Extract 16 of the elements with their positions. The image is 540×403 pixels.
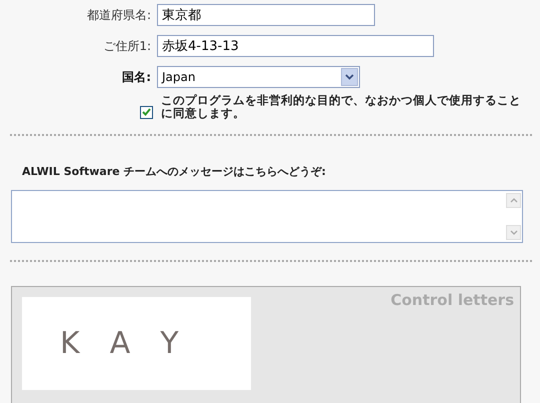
- country-dropdown[interactable]: Japan: [157, 66, 360, 88]
- captcha-letter: Y: [160, 326, 179, 361]
- field-label: 国名:: [121, 68, 152, 86]
- message-field[interactable]: [11, 190, 523, 243]
- captcha-letter: A: [110, 326, 130, 361]
- scroll-up-icon: [506, 193, 521, 208]
- field-label: 都道府県名:: [86, 6, 152, 24]
- field-label: ご住所1:: [102, 38, 152, 54]
- consent-text: このプログラムを非営利的な目的で、なおかつ個人で使用することに同意します。: [161, 94, 522, 120]
- scroll-down-icon: [506, 225, 521, 240]
- checkbox[interactable]: [140, 106, 153, 118]
- message-label: ALWIL Software チームへのメッセージはこちらへどうぞ:: [22, 164, 327, 179]
- captcha-letter: K: [60, 326, 80, 361]
- input-field[interactable]: 東京都: [157, 4, 375, 26]
- input-field[interactable]: 赤坂4-13-13: [157, 35, 434, 57]
- captcha-title: Control letters: [390, 291, 514, 309]
